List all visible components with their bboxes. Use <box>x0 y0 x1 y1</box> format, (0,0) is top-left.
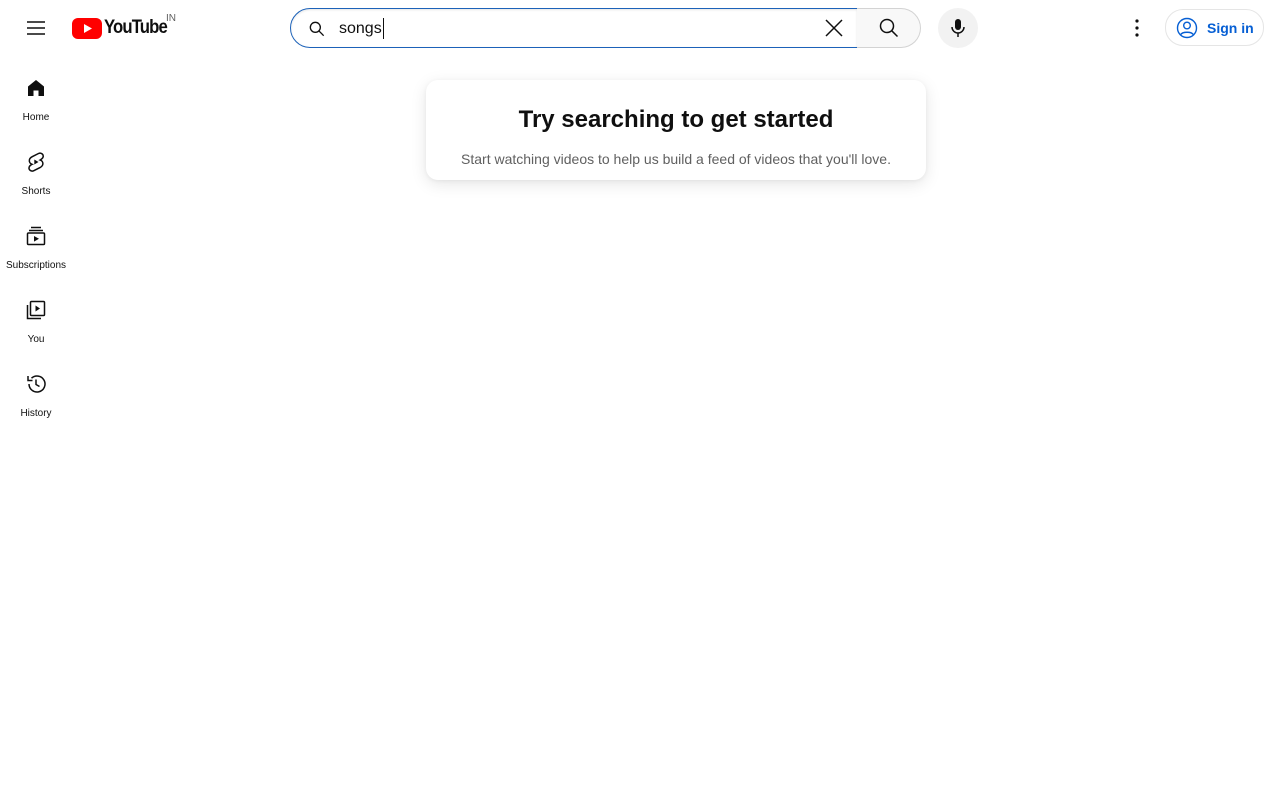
search-icon <box>879 18 898 38</box>
search-icon <box>309 21 325 37</box>
guide-item-label: Home <box>22 112 50 123</box>
empty-state-title: Try searching to get started <box>518 106 834 133</box>
hamburger-menu-icon <box>27 21 45 35</box>
voice-search-button[interactable] <box>938 8 978 48</box>
shorts-icon <box>24 150 48 174</box>
masthead: YouTube IN songs Sign in <box>0 0 1280 56</box>
guide-item-label: Subscriptions <box>5 260 67 271</box>
account-icon <box>1176 17 1198 38</box>
you-library-icon <box>24 298 48 322</box>
subscriptions-icon <box>24 224 48 248</box>
guide-item-you[interactable]: You <box>4 278 68 352</box>
microphone-icon <box>951 19 965 37</box>
settings-more-button[interactable] <box>1117 8 1157 48</box>
youtube-logo[interactable]: YouTube <box>72 16 175 40</box>
sign-in-button[interactable]: Sign in <box>1165 9 1264 46</box>
home-icon <box>24 76 48 100</box>
guide-item-label: You <box>27 334 45 345</box>
country-code: IN <box>166 13 176 24</box>
clear-search-button[interactable] <box>815 9 853 47</box>
sign-in-label: Sign in <box>1207 19 1254 36</box>
search-box[interactable] <box>290 8 858 48</box>
logo-wordmark: YouTube <box>104 17 168 38</box>
search-input[interactable] <box>339 18 809 40</box>
more-vert-icon <box>1135 19 1139 37</box>
history-icon <box>24 372 48 396</box>
text-caret <box>383 18 384 39</box>
guide-item-home[interactable]: Home <box>4 56 68 130</box>
guide-menu-button[interactable] <box>16 8 56 48</box>
guide-item-label: Shorts <box>21 186 51 197</box>
empty-state-subtitle: Start watching videos to help us build a… <box>461 151 891 167</box>
search-button[interactable] <box>857 8 921 48</box>
guide-item-history[interactable]: History <box>4 352 68 426</box>
guide-item-label: History <box>20 408 52 419</box>
guide-item-shorts[interactable]: Shorts <box>4 130 68 204</box>
close-icon <box>825 19 843 37</box>
guide-item-subscriptions[interactable]: Subscriptions <box>4 204 68 278</box>
empty-feed-card: Try searching to get started Start watch… <box>426 80 926 180</box>
youtube-play-logo-icon <box>72 17 102 39</box>
